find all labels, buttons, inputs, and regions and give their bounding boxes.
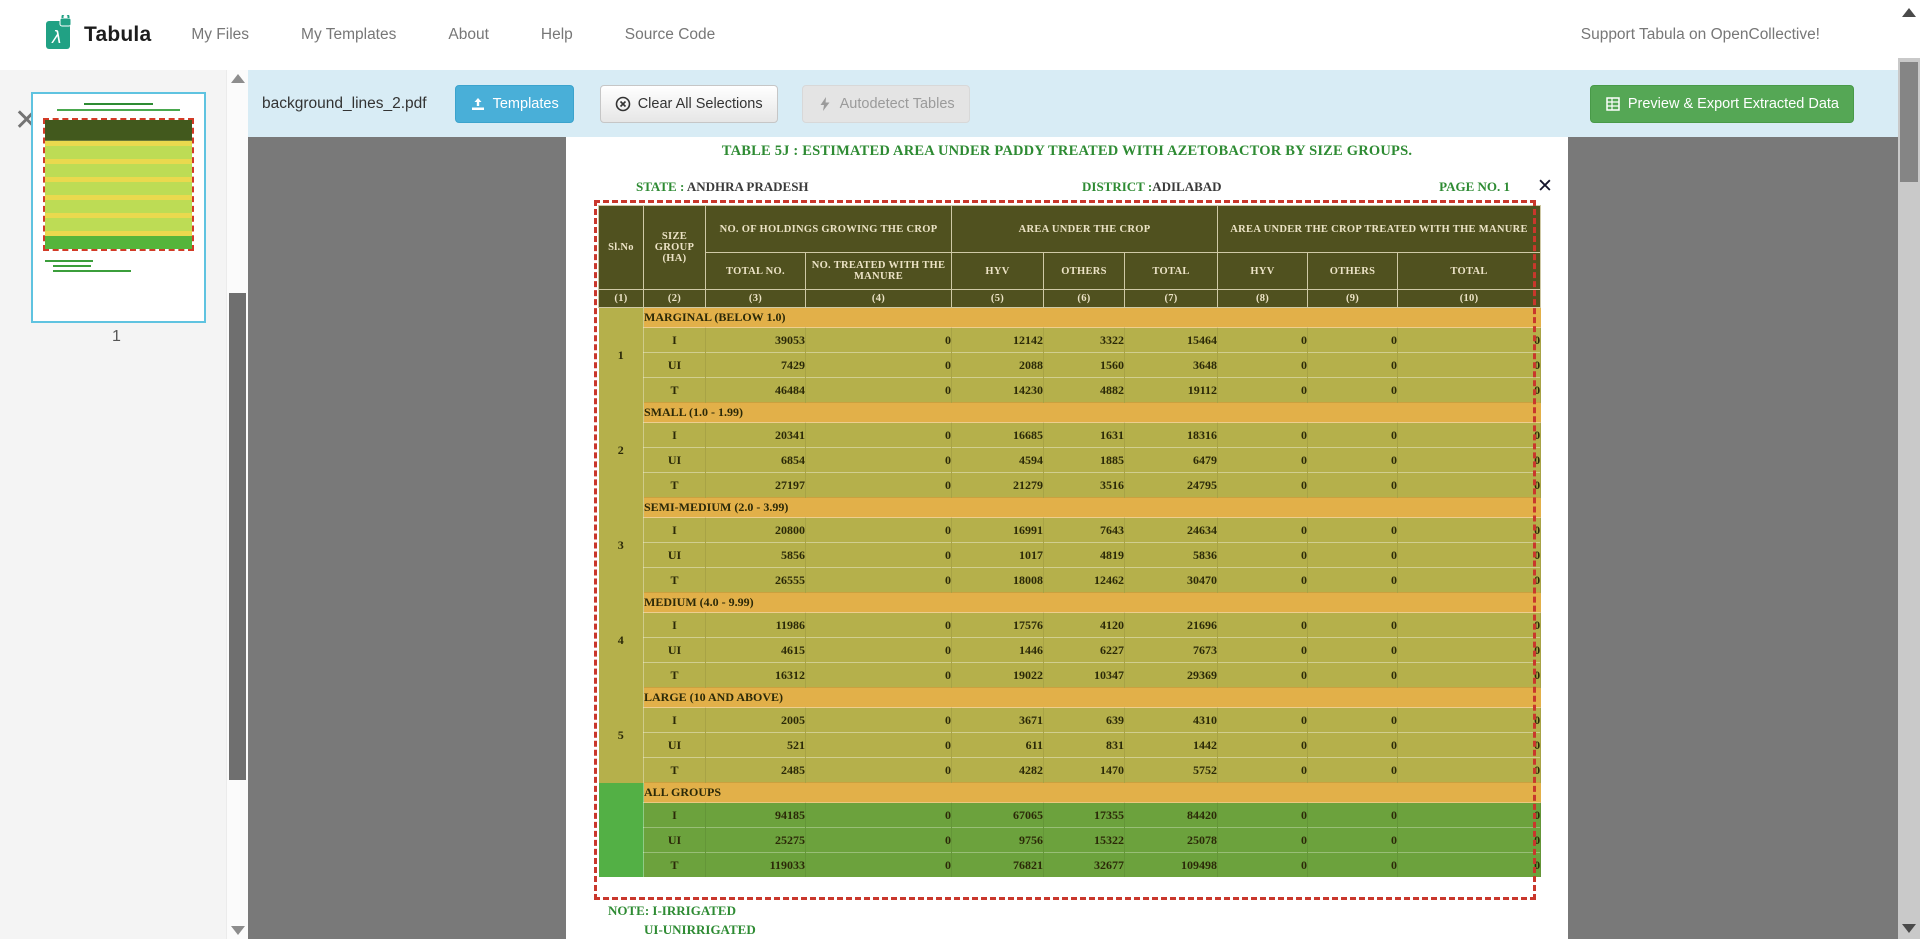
brand-link[interactable]: λ Tabula bbox=[44, 15, 151, 56]
brand-title: Tabula bbox=[84, 23, 151, 47]
lightning-icon bbox=[817, 96, 833, 112]
sidebar-scrollbar[interactable] bbox=[226, 70, 249, 939]
support-link[interactable]: Support Tabula on OpenCollective! bbox=[1581, 26, 1820, 44]
navbar: λ Tabula My Files My Templates About Hel… bbox=[0, 0, 1920, 71]
scroll-up-icon[interactable] bbox=[1902, 8, 1916, 17]
circled-x-icon bbox=[615, 96, 631, 112]
clear-all-selections-label: Clear All Selections bbox=[638, 96, 763, 112]
thumbnail-subtitle-line bbox=[57, 109, 180, 111]
scroll-up-icon[interactable] bbox=[231, 74, 245, 83]
state-value: ANDHRA PRADESH bbox=[687, 179, 809, 194]
thumbnail-rows bbox=[45, 236, 192, 249]
selection-close-icon[interactable]: ✕ bbox=[1537, 177, 1553, 196]
thumbnail-rows bbox=[45, 200, 192, 213]
thumbnail-rows bbox=[45, 164, 192, 177]
thumbnail-rows bbox=[45, 218, 192, 231]
note-unirrigated: UI-UNIRRIGATED bbox=[644, 922, 756, 938]
thumbnail-rows bbox=[45, 182, 192, 195]
page-thumbnail-sidebar: ✕ 1 bbox=[0, 70, 226, 939]
thumbnail-mini-page bbox=[33, 94, 204, 321]
page-number-label: 1 bbox=[31, 328, 202, 346]
thumbnail-note-line bbox=[53, 265, 91, 267]
page-thumbnail[interactable] bbox=[31, 92, 206, 323]
pdf-meta-row: STATE : ANDHRA PRADESH DISTRICT :ADILABA… bbox=[566, 179, 1568, 197]
clear-all-selections-button[interactable]: Clear All Selections bbox=[600, 85, 778, 123]
autodetect-tables-button[interactable]: Autodetect Tables bbox=[802, 85, 970, 123]
templates-button[interactable]: Templates bbox=[455, 85, 574, 123]
templates-button-label: Templates bbox=[493, 96, 559, 112]
nav-item-about[interactable]: About bbox=[448, 26, 489, 44]
note-irrigated: NOTE: I-IRRIGATED bbox=[608, 903, 756, 919]
nav-item-source-code[interactable]: Source Code bbox=[625, 26, 715, 44]
thumbnail-table-header bbox=[45, 120, 192, 141]
document-filename: background_lines_2.pdf bbox=[262, 95, 427, 113]
scroll-down-icon[interactable] bbox=[1902, 924, 1916, 933]
window-scrollbar-thumb[interactable] bbox=[1900, 62, 1918, 182]
tabula-logo-icon: λ bbox=[44, 15, 74, 56]
preview-export-label: Preview & Export Extracted Data bbox=[1628, 96, 1839, 112]
nav-items: My Files My Templates About Help Source … bbox=[191, 26, 715, 44]
pdf-notes: NOTE: I-IRRIGATED UI-UNIRRIGATED bbox=[566, 903, 756, 938]
thumbnail-title-line bbox=[84, 103, 152, 105]
tabula-app: λ Tabula My Files My Templates About Hel… bbox=[0, 0, 1920, 939]
table-icon bbox=[1605, 96, 1621, 112]
document-viewer: TABLE 5J : ESTIMATED AREA UNDER PADDY TR… bbox=[248, 137, 1898, 939]
preview-export-button[interactable]: Preview & Export Extracted Data bbox=[1590, 85, 1854, 123]
district-label: DISTRICT : bbox=[1082, 179, 1152, 194]
sidebar-scrollbar-thumb[interactable] bbox=[229, 293, 246, 780]
template-icon bbox=[470, 96, 486, 112]
thumbnail-note-line bbox=[45, 260, 93, 262]
toolbar: background_lines_2.pdf Templates Clear A… bbox=[248, 70, 1898, 137]
table-selection-overlay[interactable] bbox=[594, 200, 1536, 900]
thumbnail-selection-rect bbox=[43, 118, 194, 251]
page-no-label: PAGE NO. 1 bbox=[1439, 179, 1510, 195]
autodetect-tables-label: Autodetect Tables bbox=[840, 96, 955, 112]
thumbnail-rows bbox=[45, 146, 192, 159]
scroll-down-icon[interactable] bbox=[231, 926, 245, 935]
state-field: STATE : ANDHRA PRADESH bbox=[636, 179, 809, 195]
state-label: STATE : bbox=[636, 179, 687, 194]
nav-item-my-templates[interactable]: My Templates bbox=[301, 26, 396, 44]
thumbnail-note-line bbox=[53, 270, 131, 272]
window-scrollbar[interactable] bbox=[1898, 0, 1920, 939]
pdf-table-title: TABLE 5J : ESTIMATED AREA UNDER PADDY TR… bbox=[566, 143, 1568, 160]
nav-item-help[interactable]: Help bbox=[541, 26, 573, 44]
nav-item-my-files[interactable]: My Files bbox=[191, 26, 249, 44]
svg-text:λ: λ bbox=[51, 28, 62, 48]
thumbnail-table-rows bbox=[45, 141, 192, 249]
district-field: DISTRICT :ADILABAD bbox=[1082, 179, 1222, 195]
pdf-page[interactable]: TABLE 5J : ESTIMATED AREA UNDER PADDY TR… bbox=[566, 137, 1568, 939]
district-value: ADILABAD bbox=[1152, 179, 1221, 194]
window-scrollbar-track[interactable] bbox=[1898, 58, 1920, 939]
